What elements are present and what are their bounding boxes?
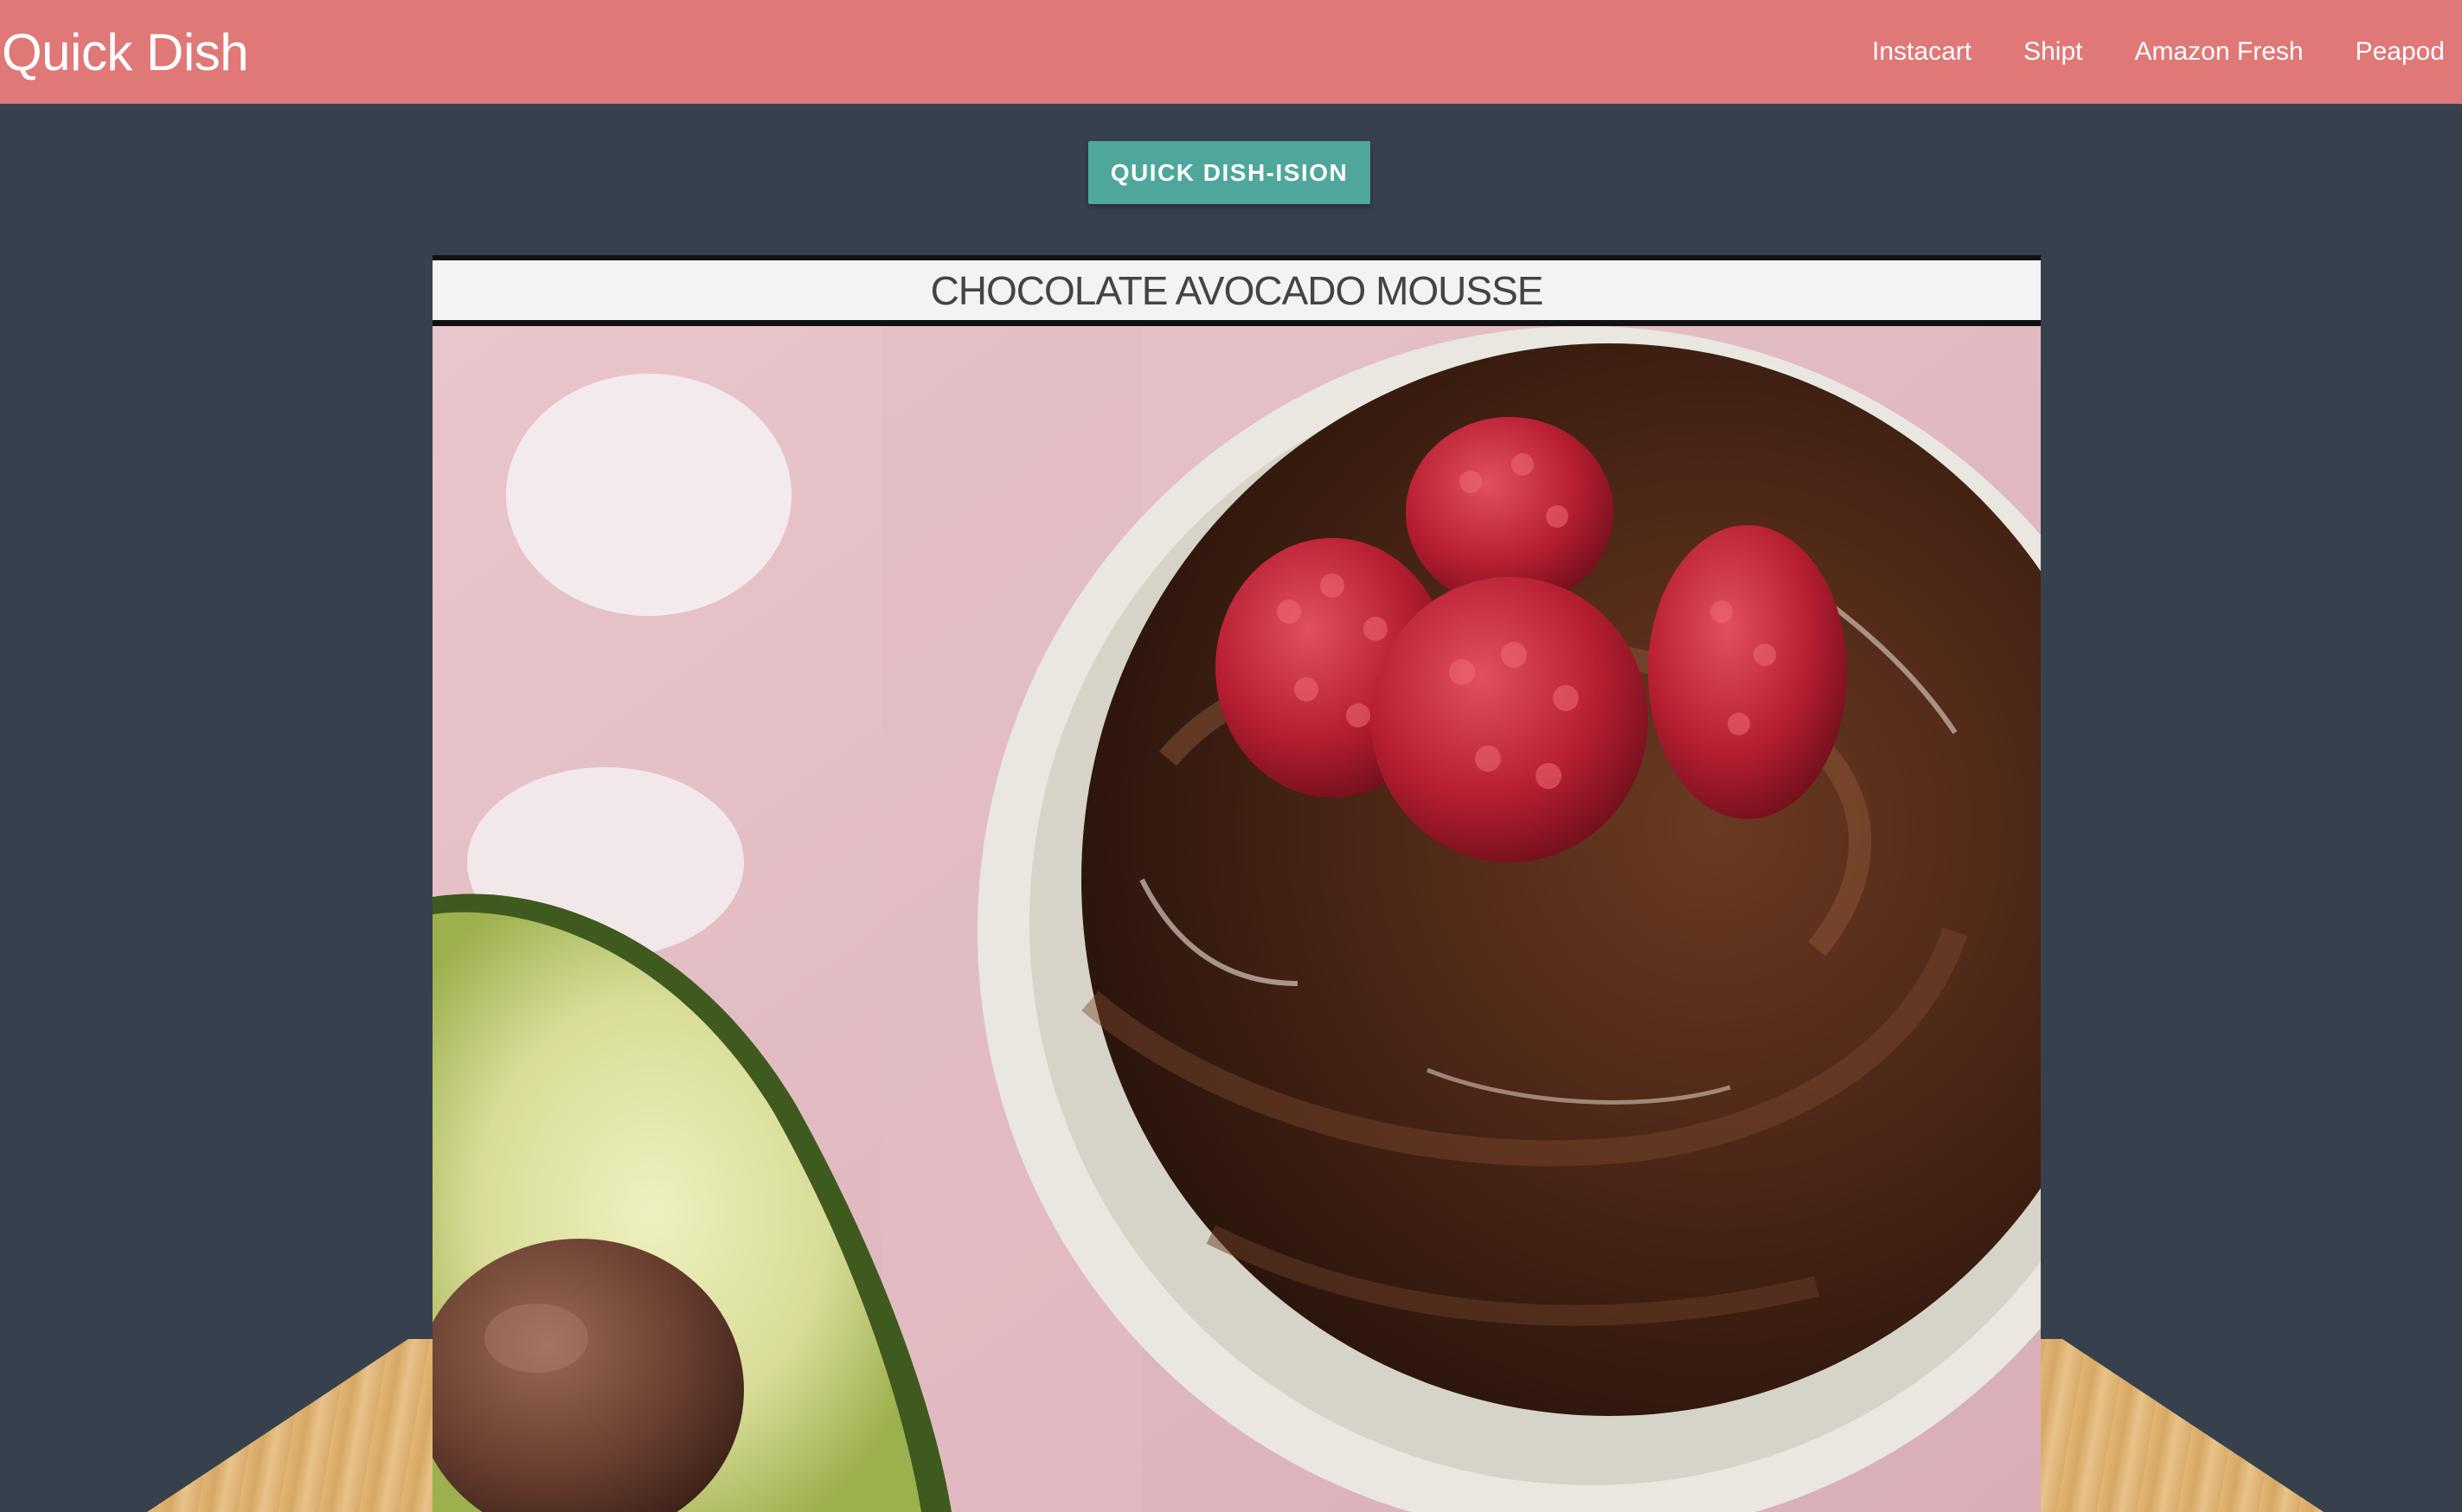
recipe-card-header: CHOCOLATE AVOCADO MOUSSE <box>433 255 2041 326</box>
nav-link-peapod[interactable]: Peapod <box>2356 37 2445 67</box>
nav-link-instacart[interactable]: Instacart <box>1872 37 1972 67</box>
recipe-card[interactable]: CHOCOLATE AVOCADO MOUSSE <box>433 255 2041 1512</box>
brand-logo[interactable]: Quick Dish <box>2 22 249 82</box>
recipe-photo <box>433 326 2041 1512</box>
nav-link-shipt[interactable]: Shipt <box>2023 37 2082 67</box>
quick-dish-ision-button[interactable]: QUICK DISH-ISION <box>1088 141 1370 204</box>
top-navbar: Quick Dish Instacart Shipt Amazon Fresh … <box>0 0 2462 104</box>
recipe-title: CHOCOLATE AVOCADO MOUSSE <box>930 267 1544 313</box>
nav-link-amazon-fresh[interactable]: Amazon Fresh <box>2134 37 2303 67</box>
nav-links: Instacart Shipt Amazon Fresh Peapod <box>1820 37 2445 67</box>
